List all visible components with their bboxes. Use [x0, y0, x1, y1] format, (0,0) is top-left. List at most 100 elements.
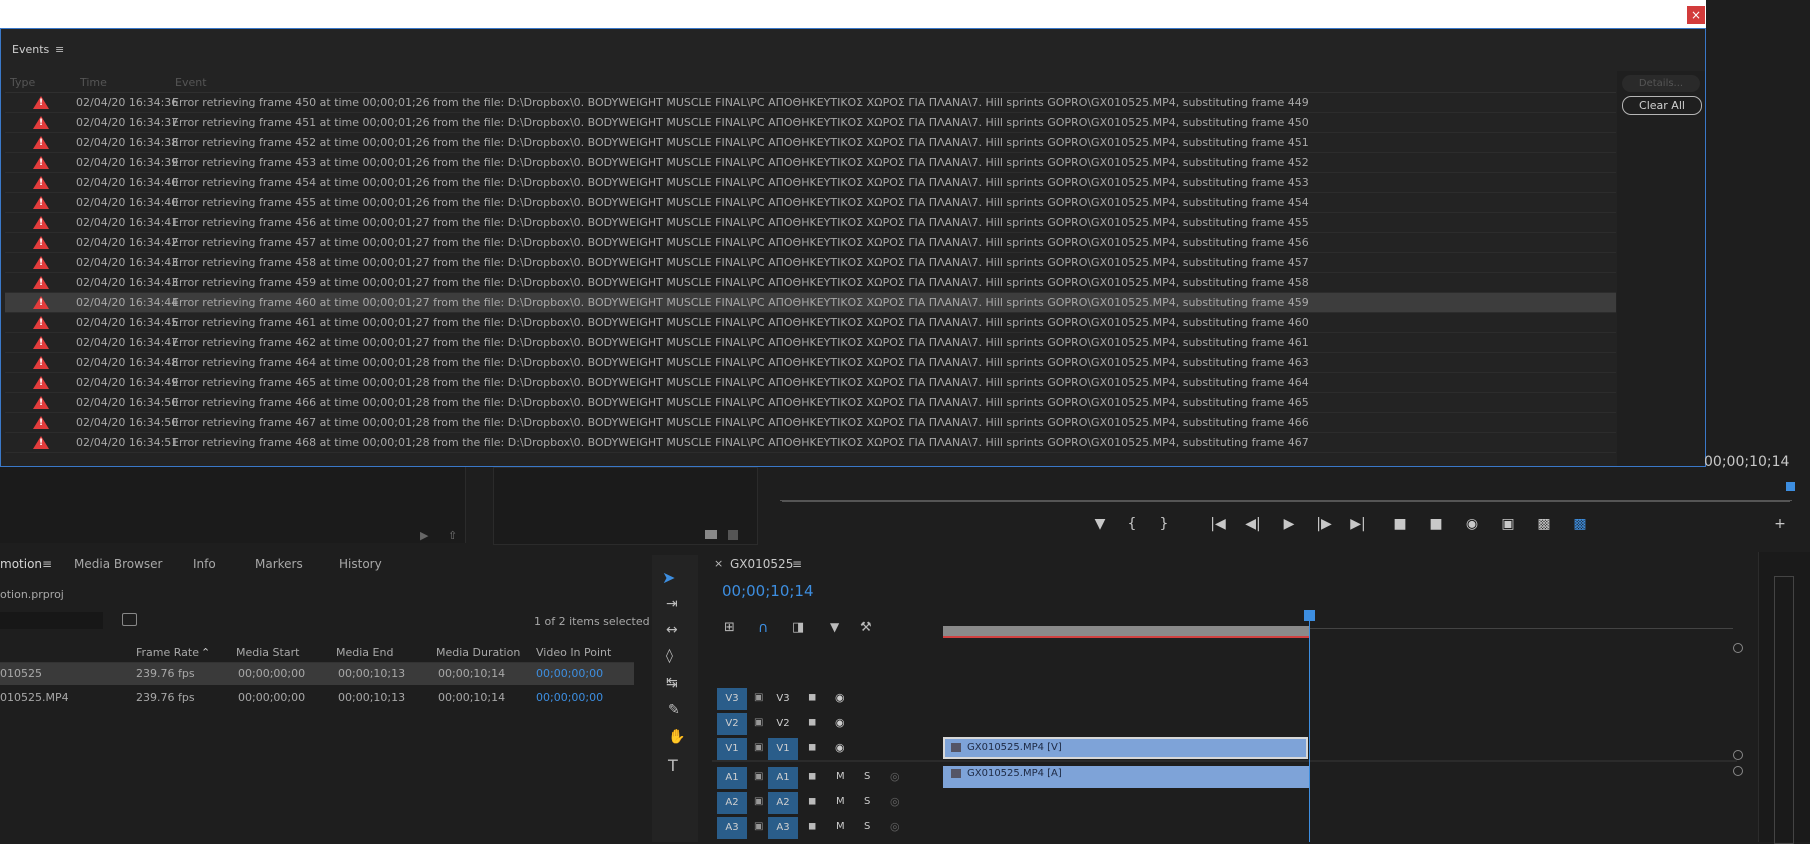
- program-playhead-marker[interactable]: [1786, 482, 1795, 491]
- export-icon[interactable]: ⇧: [448, 529, 457, 542]
- col-media-duration[interactable]: Media Duration: [436, 646, 520, 659]
- mic-icon[interactable]: ◎: [890, 795, 900, 808]
- mic-icon[interactable]: ◎: [890, 820, 900, 833]
- event-row[interactable]: 02/04/20 16:34:37Error retrieving frame …: [5, 113, 1616, 133]
- track-label-a3[interactable]: A3: [768, 817, 798, 839]
- timeline-playhead[interactable]: [1309, 612, 1310, 842]
- event-row[interactable]: 02/04/20 16:34:39Error retrieving frame …: [5, 153, 1616, 173]
- event-row[interactable]: 02/04/20 16:34:44Error retrieving frame …: [5, 293, 1616, 313]
- lift-icon[interactable]: ■: [1390, 516, 1410, 532]
- solo-button[interactable]: S: [864, 821, 870, 832]
- program-zoom-bar[interactable]: [782, 500, 1790, 502]
- hamburger-icon[interactable]: ≡: [55, 43, 64, 56]
- col-event[interactable]: Event: [175, 76, 207, 89]
- track-target-a1[interactable]: A1: [717, 767, 747, 789]
- trash-icon[interactable]: [728, 530, 738, 540]
- new-bin-icon[interactable]: [705, 530, 717, 539]
- col-media-end[interactable]: Media End: [336, 646, 393, 659]
- selection-tool-icon[interactable]: ➤: [662, 568, 675, 587]
- eye-icon[interactable]: ◉: [835, 716, 845, 729]
- col-media-start[interactable]: Media Start: [236, 646, 299, 659]
- step-back-icon[interactable]: ◀|: [1243, 516, 1263, 532]
- program-ruler[interactable]: [780, 484, 1792, 501]
- track-target-a3[interactable]: A3: [717, 817, 747, 839]
- event-row[interactable]: 02/04/20 16:34:45Error retrieving frame …: [5, 313, 1616, 333]
- sync-lock-icon[interactable]: ◼: [808, 717, 816, 728]
- add-button-icon[interactable]: +: [1770, 516, 1790, 532]
- work-area-bar[interactable]: [943, 626, 1309, 638]
- go-to-out-icon[interactable]: ▶|: [1348, 516, 1368, 532]
- col-video-in-point[interactable]: Video In Point: [536, 646, 611, 659]
- table-row[interactable]: 010525.MP4 239.76 fps 00;00;00;00 00;00;…: [0, 687, 634, 709]
- safe-margins-icon[interactable]: ▣: [1498, 516, 1518, 532]
- settings-wrench-icon[interactable]: ⚒: [860, 620, 872, 635]
- mute-button[interactable]: M: [836, 796, 845, 807]
- step-forward-icon[interactable]: |▶: [1314, 516, 1334, 532]
- comparison-view-icon[interactable]: ▩: [1534, 516, 1554, 532]
- event-row[interactable]: 02/04/20 16:34:41Error retrieving frame …: [5, 213, 1616, 233]
- track-label-v1[interactable]: V1: [768, 738, 798, 760]
- slip-tool-icon[interactable]: ↹: [666, 675, 678, 691]
- mark-in-icon[interactable]: {: [1122, 516, 1142, 532]
- multicam-icon[interactable]: ▩: [1570, 516, 1590, 532]
- timeline-scroll-handle[interactable]: [1733, 766, 1743, 776]
- pen-tool-icon[interactable]: ✎: [668, 702, 680, 718]
- go-to-in-icon[interactable]: |◀: [1208, 516, 1228, 532]
- lock-icon[interactable]: ▣: [754, 796, 763, 807]
- event-row[interactable]: 02/04/20 16:34:40Error retrieving frame …: [5, 193, 1616, 213]
- lock-icon[interactable]: ▣: [754, 771, 763, 782]
- razor-tool-icon[interactable]: ◊: [666, 648, 673, 664]
- extract-icon[interactable]: ■: [1426, 516, 1446, 532]
- track-target-a2[interactable]: A2: [717, 792, 747, 814]
- lock-icon[interactable]: ▣: [754, 692, 763, 703]
- video-clip[interactable]: GX010525.MP4 [V]: [943, 737, 1308, 759]
- track-label-a2[interactable]: A2: [768, 792, 798, 814]
- sync-lock-icon[interactable]: ◼: [808, 742, 816, 753]
- event-row[interactable]: 02/04/20 16:34:38Error retrieving frame …: [5, 133, 1616, 153]
- track-label-a1[interactable]: A1: [768, 767, 798, 789]
- timeline-scroll-handle[interactable]: [1733, 643, 1743, 653]
- video-in-point[interactable]: 00;00;00;00: [536, 687, 603, 709]
- close-icon[interactable]: ×: [1687, 6, 1705, 24]
- hamburger-icon[interactable]: ≡: [42, 557, 52, 571]
- add-marker-icon[interactable]: ▼: [830, 620, 839, 634]
- mute-button[interactable]: M: [836, 821, 845, 832]
- search-icon[interactable]: [122, 613, 137, 626]
- lock-icon[interactable]: ▣: [754, 717, 763, 728]
- timeline-timecode[interactable]: 00;00;10;14: [722, 582, 814, 600]
- type-tool-icon[interactable]: T: [668, 756, 678, 775]
- track-target-v2[interactable]: V2: [717, 713, 747, 735]
- close-icon[interactable]: ×: [714, 557, 723, 570]
- lock-icon[interactable]: ▣: [754, 821, 763, 832]
- event-row[interactable]: 02/04/20 16:34:50Error retrieving frame …: [5, 413, 1616, 433]
- event-row[interactable]: 02/04/20 16:34:42Error retrieving frame …: [5, 233, 1616, 253]
- event-row[interactable]: 02/04/20 16:34:49Error retrieving frame …: [5, 373, 1616, 393]
- hamburger-icon[interactable]: ≡: [792, 557, 802, 571]
- sync-lock-icon[interactable]: ◼: [808, 692, 816, 703]
- tab-history[interactable]: History: [339, 557, 382, 571]
- export-frame-icon[interactable]: ◉: [1462, 516, 1482, 532]
- event-row[interactable]: 02/04/20 16:34:43Error retrieving frame …: [5, 253, 1616, 273]
- insert-icon[interactable]: ▶: [420, 529, 428, 542]
- event-row[interactable]: 02/04/20 16:34:36Error retrieving frame …: [5, 93, 1616, 113]
- nest-icon[interactable]: ⊞: [724, 620, 735, 635]
- play-icon[interactable]: ▶: [1279, 516, 1299, 532]
- sync-lock-icon[interactable]: ◼: [808, 796, 816, 807]
- audio-clip[interactable]: GX010525.MP4 [A]: [943, 766, 1309, 788]
- add-marker-icon[interactable]: ▼: [1090, 516, 1110, 532]
- linked-selection-icon[interactable]: ◨: [792, 620, 804, 635]
- video-in-point[interactable]: 00;00;00;00: [536, 663, 603, 685]
- eye-icon[interactable]: ◉: [835, 691, 845, 704]
- tab-info[interactable]: Info: [193, 557, 216, 571]
- mute-button[interactable]: M: [836, 771, 845, 782]
- track-target-v3[interactable]: V3: [717, 688, 747, 710]
- event-row[interactable]: 02/04/20 16:34:50Error retrieving frame …: [5, 393, 1616, 413]
- tab-project[interactable]: motion: [0, 557, 42, 571]
- tab-markers[interactable]: Markers: [255, 557, 303, 571]
- event-row[interactable]: 02/04/20 16:34:40Error retrieving frame …: [5, 173, 1616, 193]
- lock-icon[interactable]: ▣: [754, 742, 763, 753]
- clear-all-button[interactable]: Clear All: [1622, 96, 1702, 115]
- timeline-scroll-handle[interactable]: [1733, 750, 1743, 760]
- table-row[interactable]: 010525 239.76 fps 00;00;00;00 00;00;10;1…: [0, 663, 634, 685]
- tab-media-browser[interactable]: Media Browser: [74, 557, 162, 571]
